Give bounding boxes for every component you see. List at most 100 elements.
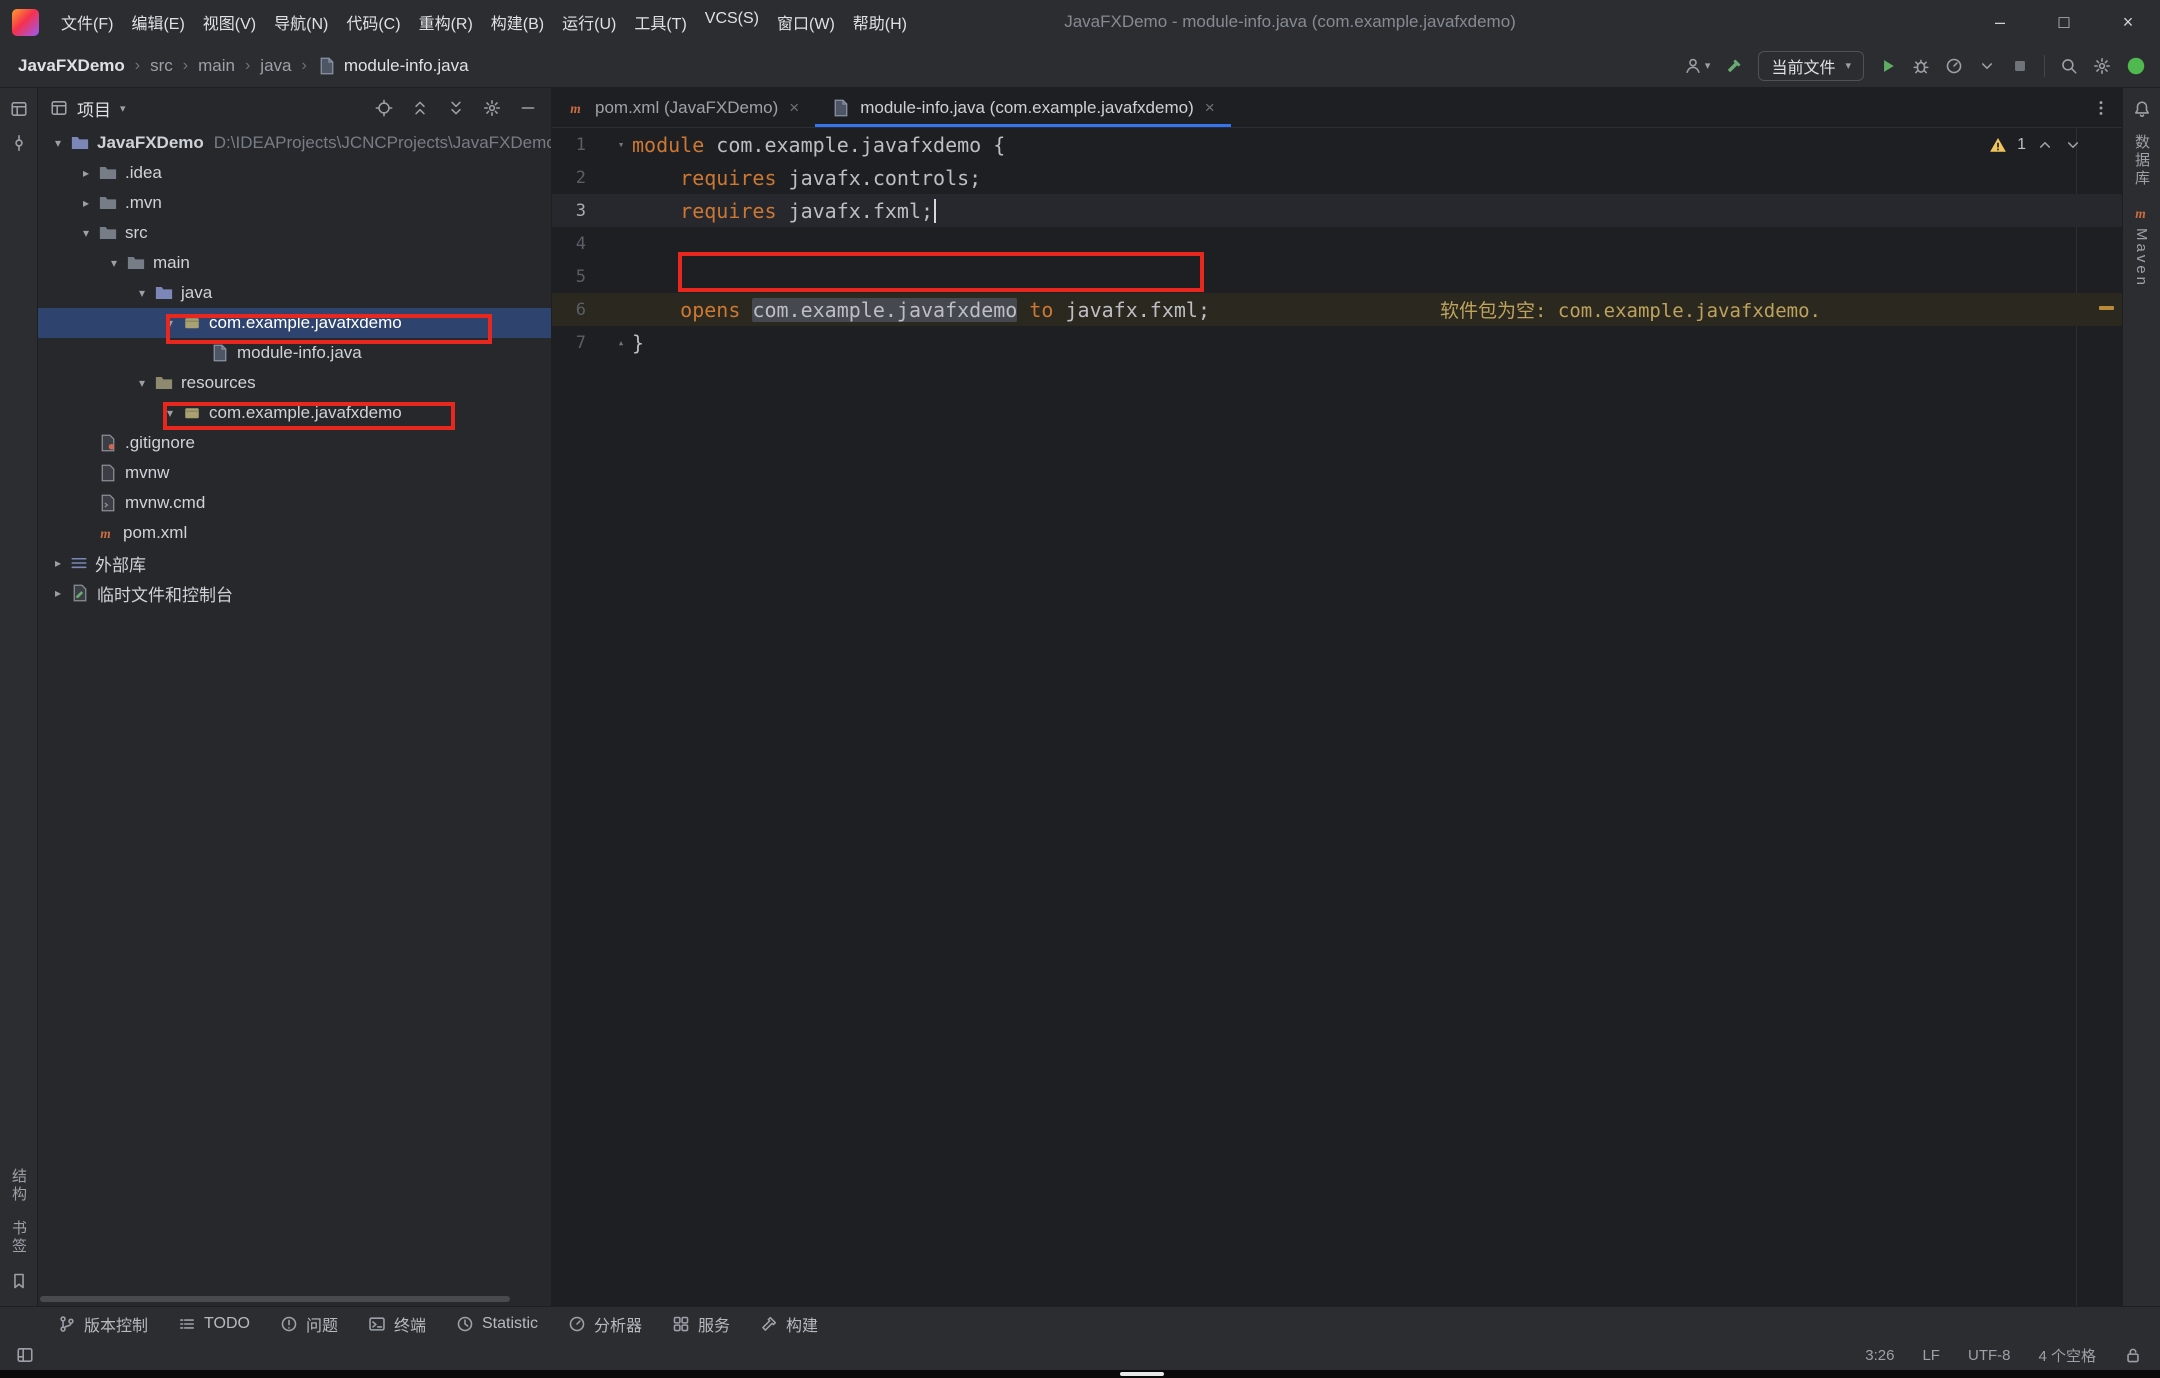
collapse-all-button[interactable] (447, 99, 465, 117)
tree-item-javafxdemo-0[interactable]: ▾JavaFXDemoD:\IDEAProjects\JCNCProjects\… (38, 128, 551, 158)
tool-structure-button[interactable]: 结构 (11, 1168, 26, 1204)
tree-item-15-15[interactable]: ▸临时文件和控制台 (38, 578, 551, 608)
layout-widget-button[interactable] (16, 1346, 34, 1364)
tree-item-src-3[interactable]: ▾src (38, 218, 551, 248)
tree-horizontal-scrollbar[interactable] (40, 1296, 510, 1302)
taskbar-pill[interactable] (1120, 1372, 1164, 1376)
menu-vcs-s[interactable]: VCS(S) (697, 5, 767, 39)
previous-problem-button[interactable] (2036, 136, 2054, 154)
menu-c[interactable]: 代码(C) (338, 5, 408, 39)
tree-item-gitignore-10[interactable]: .gitignore (38, 428, 551, 458)
encoding-widget[interactable]: UTF-8 (1968, 1347, 2011, 1364)
tool-database-button[interactable]: 数据库 (2134, 134, 2149, 188)
fold-marker-up-icon[interactable]: ▴ (610, 336, 632, 349)
line-number[interactable]: 3 (552, 201, 610, 221)
menu-b[interactable]: 构建(B) (483, 5, 552, 39)
code-line-5[interactable]: 5 (552, 260, 2122, 293)
menu-t[interactable]: 工具(T) (626, 5, 694, 39)
menu-n[interactable]: 导航(N) (266, 5, 336, 39)
code-editor[interactable]: 1▾module com.example.javafxdemo {2 requi… (552, 128, 2122, 1306)
tool-window-button-3[interactable]: 终端 (368, 1312, 426, 1336)
run-button[interactable] (1879, 57, 1897, 75)
user-profile-button[interactable]: ▾ (1684, 57, 1711, 75)
line-separator-widget[interactable]: LF (1922, 1347, 1940, 1364)
tool-project-button[interactable] (10, 100, 28, 118)
chevron-down-icon[interactable]: ▾ (46, 136, 70, 150)
tool-bookmarks-button[interactable]: 书签 (11, 1220, 26, 1256)
chevron-right-icon[interactable]: ▸ (74, 166, 98, 180)
next-problem-button[interactable] (2064, 136, 2082, 154)
breadcrumb-item-java[interactable]: java (260, 56, 291, 76)
menu-w[interactable]: 窗口(W) (769, 5, 843, 39)
chevron-down-icon[interactable]: ▾ (158, 406, 182, 420)
tool-window-button-todo[interactable]: TODO (178, 1315, 250, 1333)
line-number[interactable]: 6 (552, 300, 610, 320)
tree-item-com-example-javafxdemo-9[interactable]: ▾com.example.javafxdemo (38, 398, 551, 428)
hide-button[interactable] (519, 99, 537, 117)
line-number[interactable]: 1 (552, 135, 610, 155)
menu-v[interactable]: 视图(V) (195, 5, 264, 39)
minimize-button[interactable]: – (1968, 0, 2032, 44)
expand-all-button[interactable] (411, 99, 429, 117)
close-button[interactable]: × (2096, 0, 2160, 44)
menu-u[interactable]: 运行(U) (554, 5, 624, 39)
debug-button[interactable] (1912, 57, 1930, 75)
search-everywhere-button[interactable] (2060, 57, 2078, 75)
tool-window-button-7[interactable]: 构建 (760, 1312, 818, 1336)
settings-button[interactable] (483, 99, 501, 117)
code-line-7[interactable]: 7▴} (552, 326, 2122, 359)
tree-item-resources-8[interactable]: ▾resources (38, 368, 551, 398)
tree-item-mvnw-cmd-12[interactable]: mvnw.cmd (38, 488, 551, 518)
tool-window-button-0[interactable]: 版本控制 (58, 1312, 148, 1336)
breadcrumb-item-main[interactable]: main (198, 56, 235, 76)
indent-widget[interactable]: 4 个空格 (2038, 1345, 2096, 1366)
tree-item-idea-1[interactable]: ▸.idea (38, 158, 551, 188)
build-project-button[interactable] (1725, 57, 1743, 75)
chevron-down-icon[interactable]: ▾ (130, 376, 154, 390)
settings-button[interactable] (2093, 57, 2111, 75)
tool-commit-button[interactable] (10, 134, 28, 152)
chevron-down-icon[interactable]: ▾ (130, 286, 154, 300)
tool-window-button-6[interactable]: 服务 (672, 1312, 730, 1336)
tree-item-main-4[interactable]: ▾main (38, 248, 551, 278)
chevron-right-icon[interactable]: ▸ (46, 556, 70, 570)
tool-window-button-statistic[interactable]: Statistic (456, 1315, 538, 1333)
close-icon[interactable]: × (1205, 98, 1215, 118)
tool-maven-button[interactable]: mMaven (2133, 204, 2151, 288)
code-line-2[interactable]: 2 requires javafx.controls; (552, 161, 2122, 194)
lock-widget-button[interactable] (2124, 1346, 2142, 1364)
more-run-options-button[interactable] (1978, 57, 1996, 75)
chevron-right-icon[interactable]: ▸ (74, 196, 98, 210)
plugin-button[interactable] (2126, 56, 2146, 76)
code-line-3[interactable]: 3 requires javafx.fxml; (552, 194, 2122, 227)
line-number[interactable]: 7 (552, 333, 610, 353)
menu-r[interactable]: 重构(R) (411, 5, 481, 39)
tree-item-java-5[interactable]: ▾java (38, 278, 551, 308)
breadcrumb-item-module-info-java[interactable]: module-info.java (317, 56, 469, 76)
breadcrumb-item-src[interactable]: src (150, 56, 173, 76)
breadcrumb-item-javafxdemo[interactable]: JavaFXDemo (18, 56, 125, 76)
tree-item-module-info-java-7[interactable]: module-info.java (38, 338, 551, 368)
menu-h[interactable]: 帮助(H) (845, 5, 915, 39)
tab-options-button[interactable] (2080, 88, 2122, 127)
stop-button[interactable] (2011, 57, 2029, 75)
close-icon[interactable]: × (789, 98, 799, 118)
warning-stripe-mark[interactable] (2099, 306, 2114, 310)
tool-notifications-button[interactable] (2133, 100, 2151, 118)
code-line-6[interactable]: 6 opens com.example.javafxdemo to javafx… (552, 293, 2122, 326)
line-number[interactable]: 2 (552, 168, 610, 188)
chevron-down-icon[interactable]: ▾ (102, 256, 126, 270)
chevron-right-icon[interactable]: ▸ (46, 586, 70, 600)
menu-e[interactable]: 编辑(E) (123, 5, 192, 39)
fold-marker-down-icon[interactable]: ▾ (610, 138, 632, 151)
chevron-down-icon[interactable]: ▾ (74, 226, 98, 240)
maximize-button[interactable]: □ (2032, 0, 2096, 44)
line-number[interactable]: 4 (552, 234, 610, 254)
project-panel-title[interactable]: 项目 (77, 96, 111, 121)
tree-item-pom-xml-13[interactable]: mpom.xml (38, 518, 551, 548)
tab-pom-xml-javafxdemo[interactable]: mpom.xml (JavaFXDemo)× (552, 88, 815, 127)
profiler-button[interactable] (1945, 57, 1963, 75)
menu-f[interactable]: 文件(F) (53, 5, 121, 39)
code-line-1[interactable]: 1▾module com.example.javafxdemo { (552, 128, 2122, 161)
tree-item-mvn-2[interactable]: ▸.mvn (38, 188, 551, 218)
